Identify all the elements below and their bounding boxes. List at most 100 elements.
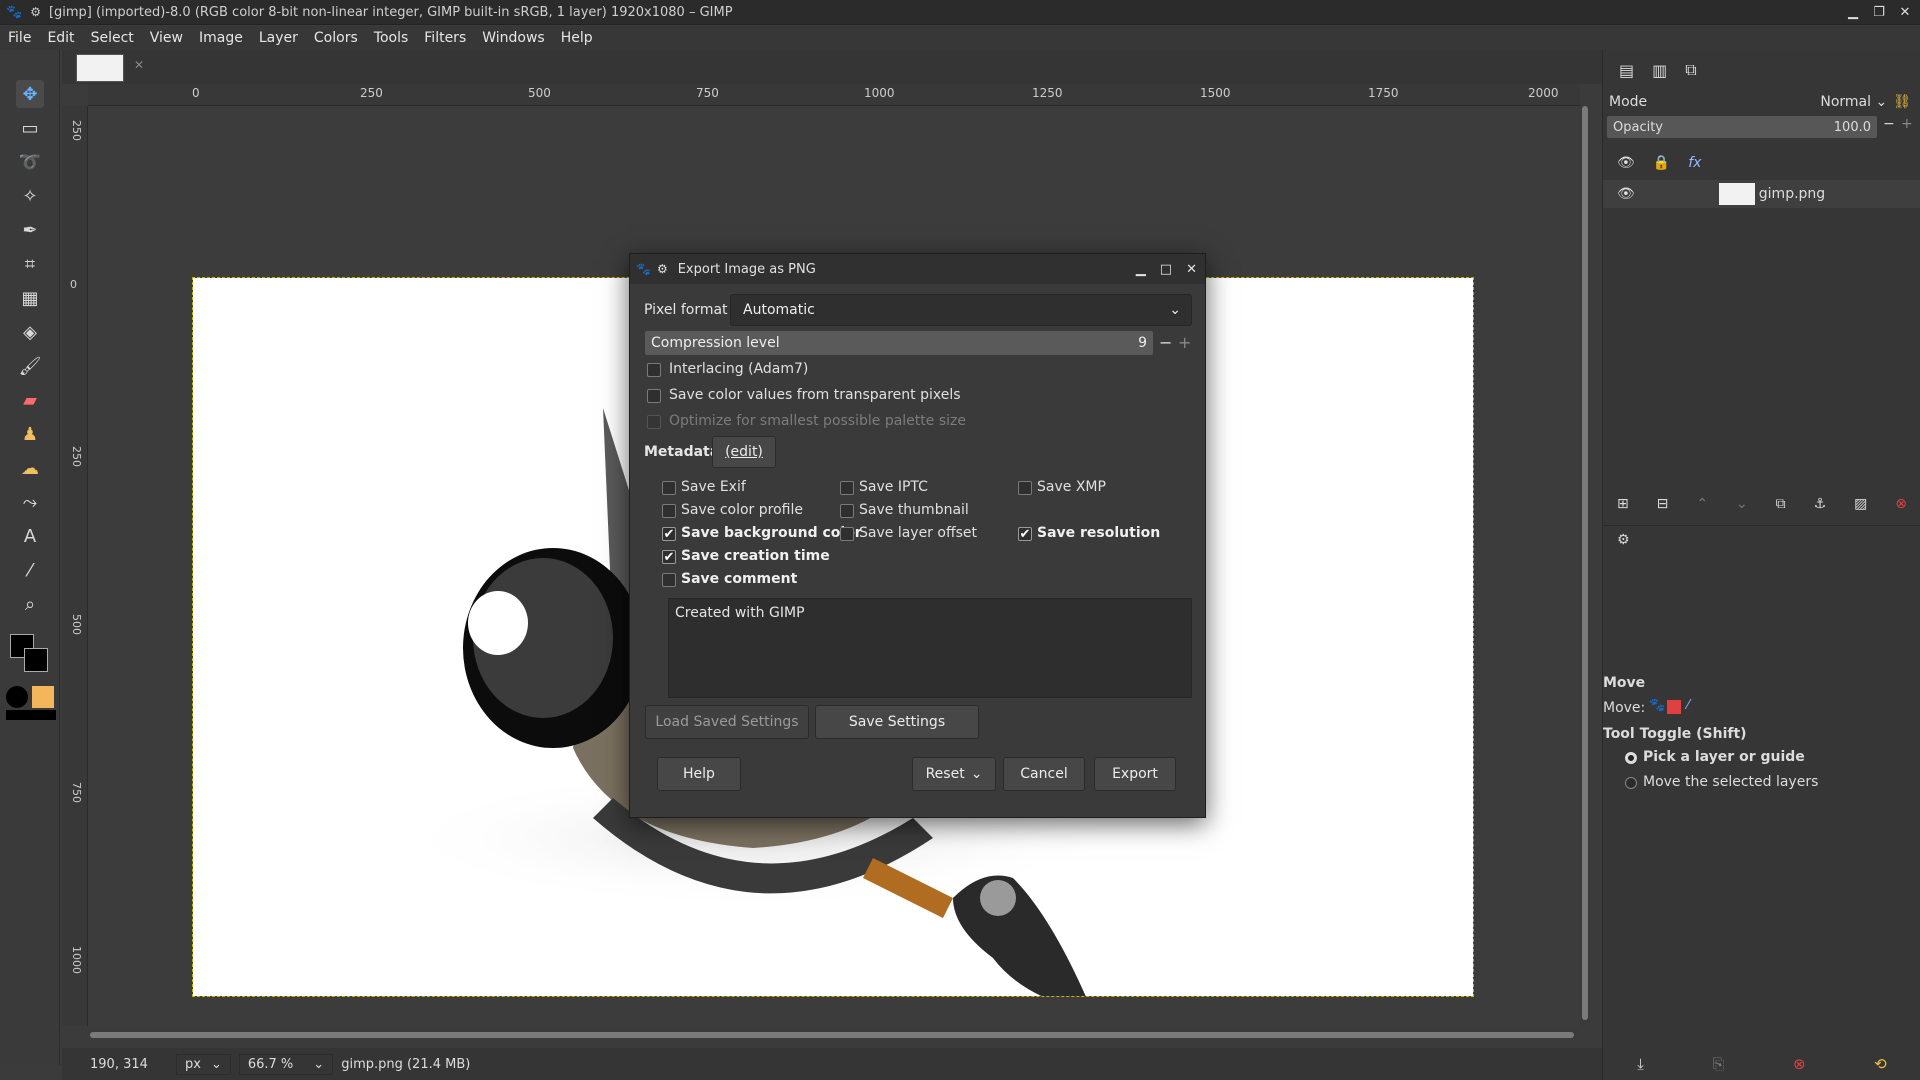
zoom-icon[interactable]: ⌕ bbox=[16, 590, 44, 618]
gradient-preview[interactable] bbox=[6, 710, 56, 720]
menu-help[interactable]: Help bbox=[553, 30, 601, 46]
background-color[interactable] bbox=[24, 648, 48, 672]
menu-file[interactable]: File bbox=[0, 30, 39, 46]
interlacing-checkbox[interactable] bbox=[647, 363, 661, 377]
save-creation-time-label[interactable]: Save creation time bbox=[681, 548, 830, 564]
save-color-profile-checkbox[interactable] bbox=[662, 504, 676, 518]
pixel-format-select[interactable]: Automatic ⌄ bbox=[730, 294, 1192, 326]
horizontal-ruler[interactable]: 0 250 500 750 1000 1250 1500 1750 2000 bbox=[88, 84, 1580, 106]
save-resolution-checkbox[interactable]: ✔ bbox=[1018, 527, 1032, 542]
move-layer-icon[interactable]: 🐾 bbox=[1649, 698, 1665, 713]
minimize-icon[interactable]: ▁ bbox=[1136, 262, 1146, 277]
lower-layer-icon[interactable]: ⌄ bbox=[1736, 496, 1748, 512]
duplicate-layer-icon[interactable]: ⧉ bbox=[1776, 496, 1786, 512]
lasso-icon[interactable]: ➰ bbox=[16, 148, 44, 176]
cancel-button[interactable]: Cancel bbox=[1003, 757, 1085, 791]
save-exif-checkbox[interactable] bbox=[662, 481, 676, 495]
transform-icon[interactable]: ▦ bbox=[16, 284, 44, 312]
menu-colors[interactable]: Colors bbox=[306, 30, 366, 46]
eraser-icon[interactable]: ▰ bbox=[16, 386, 44, 414]
rect-select-icon[interactable]: ▭ bbox=[16, 114, 44, 142]
layer-name[interactable]: gimp.png bbox=[1759, 186, 1825, 202]
save-options-icon[interactable]: ⤓ bbox=[1637, 1055, 1644, 1073]
help-button[interactable]: Help bbox=[657, 757, 741, 791]
save-exif-label[interactable]: Save Exif bbox=[681, 479, 746, 495]
minus-icon[interactable]: − bbox=[1159, 333, 1172, 352]
save-bg-color-label[interactable]: Save background color bbox=[681, 525, 862, 541]
warp-icon[interactable]: ⤳ bbox=[16, 488, 44, 516]
scroll-thumb[interactable] bbox=[1582, 106, 1588, 1020]
plus-icon[interactable]: + bbox=[1901, 116, 1913, 132]
vertical-ruler[interactable]: 250 0 250 500 750 1000 bbox=[62, 106, 88, 1026]
fx-icon[interactable]: fx bbox=[1688, 155, 1701, 171]
maximize-icon[interactable]: ❐ bbox=[1872, 5, 1886, 20]
save-comment-checkbox[interactable] bbox=[662, 573, 676, 587]
crop-icon[interactable]: ⌗ bbox=[16, 250, 44, 278]
opacity-slider[interactable]: Opacity 100.0 bbox=[1607, 116, 1877, 138]
reset-button[interactable]: Reset ⌄ bbox=[912, 757, 996, 791]
color-picker-icon[interactable]: ⁄ bbox=[16, 556, 44, 584]
menu-edit[interactable]: Edit bbox=[39, 30, 82, 46]
paths-tab-icon[interactable]: ⧉ bbox=[1685, 60, 1696, 80]
menu-select[interactable]: Select bbox=[83, 30, 142, 46]
clone-icon[interactable]: ♟ bbox=[16, 420, 44, 448]
radio-pick-layer[interactable] bbox=[1625, 752, 1637, 764]
mode-chain-icon[interactable]: ⛓ bbox=[1893, 94, 1911, 110]
smudge-icon[interactable]: ☁ bbox=[16, 454, 44, 482]
text-icon[interactable]: A bbox=[16, 522, 44, 550]
save-thumbnail-checkbox[interactable] bbox=[840, 504, 854, 518]
unit-select[interactable]: px ⌄ bbox=[176, 1053, 231, 1075]
lock-icon[interactable]: 🔒 bbox=[1653, 155, 1670, 171]
comment-textarea[interactable]: Created with GIMP bbox=[668, 598, 1192, 698]
menu-tools[interactable]: Tools bbox=[366, 30, 417, 46]
save-resolution-label[interactable]: Save resolution bbox=[1037, 525, 1160, 541]
fuzzy-select-icon[interactable]: ✧ bbox=[16, 182, 44, 210]
tool-options-tab-icon[interactable]: ⚙ bbox=[1617, 532, 1630, 548]
channels-tab-icon[interactable]: ▥ bbox=[1652, 61, 1667, 80]
save-bg-color-checkbox[interactable]: ✔ bbox=[662, 527, 676, 542]
reset-options-icon[interactable]: ⟲ bbox=[1874, 1055, 1887, 1073]
maximize-icon[interactable]: □ bbox=[1160, 262, 1172, 277]
close-icon[interactable]: ✕ bbox=[1186, 262, 1197, 277]
close-icon[interactable]: ✕ bbox=[1898, 5, 1912, 20]
zoom-select[interactable]: 66.7 % ⌄ bbox=[238, 1053, 334, 1075]
pin-icon[interactable]: ⚙ bbox=[657, 262, 668, 276]
interlacing-label[interactable]: Interlacing (Adam7) bbox=[669, 361, 808, 377]
radio-move-selected[interactable] bbox=[1625, 777, 1637, 789]
layers-tab-icon[interactable]: ▤ bbox=[1619, 61, 1634, 80]
move-icon[interactable]: ✥ bbox=[16, 80, 44, 108]
layer-thumbnail[interactable] bbox=[1718, 183, 1755, 205]
plus-icon[interactable]: + bbox=[1178, 333, 1191, 352]
save-iptc-checkbox[interactable] bbox=[840, 481, 854, 495]
save-transparent-checkbox[interactable] bbox=[647, 389, 661, 403]
raise-layer-icon[interactable]: ⌃ bbox=[1696, 496, 1708, 512]
layer-visibility-icon[interactable]: 👁 bbox=[1617, 186, 1635, 202]
menu-layer[interactable]: Layer bbox=[251, 30, 306, 46]
minimize-icon[interactable]: ▁ bbox=[1846, 5, 1860, 20]
brush-preview[interactable] bbox=[6, 686, 28, 708]
mode-select[interactable]: Normal ⌄ bbox=[1820, 94, 1887, 110]
paintbrush-icon[interactable]: 🖌 bbox=[16, 352, 44, 380]
menu-windows[interactable]: Windows bbox=[474, 30, 553, 46]
save-layer-offset-checkbox[interactable] bbox=[840, 527, 854, 541]
pattern-preview[interactable] bbox=[32, 686, 54, 708]
vertical-scrollbar[interactable] bbox=[1580, 106, 1590, 1026]
pin-icon[interactable]: ⚙ bbox=[30, 5, 41, 19]
metadata-edit-button[interactable]: (edit) bbox=[712, 436, 776, 468]
new-layer-icon[interactable]: ⊞ bbox=[1617, 496, 1629, 512]
save-color-profile-label[interactable]: Save color profile bbox=[681, 502, 803, 518]
menu-image[interactable]: Image bbox=[191, 30, 251, 46]
menu-view[interactable]: View bbox=[142, 30, 191, 46]
scroll-thumb[interactable] bbox=[90, 1032, 1574, 1038]
save-settings-button[interactable]: Save Settings bbox=[815, 705, 979, 739]
horizontal-scrollbar[interactable] bbox=[88, 1030, 1580, 1040]
delete-layer-icon[interactable]: ⊗ bbox=[1895, 496, 1907, 512]
move-path-icon[interactable]: ⁄ bbox=[1687, 698, 1689, 713]
delete-options-icon[interactable]: ⊗ bbox=[1793, 1055, 1806, 1073]
load-saved-settings-button[interactable]: Load Saved Settings bbox=[645, 705, 809, 739]
anchor-layer-icon[interactable]: ⚓ bbox=[1814, 496, 1827, 512]
radio-pick-layer-label[interactable]: Pick a layer or guide bbox=[1643, 749, 1805, 765]
export-button[interactable]: Export bbox=[1094, 757, 1176, 791]
path-icon[interactable]: ✒ bbox=[16, 216, 44, 244]
save-comment-label[interactable]: Save comment bbox=[681, 571, 797, 587]
